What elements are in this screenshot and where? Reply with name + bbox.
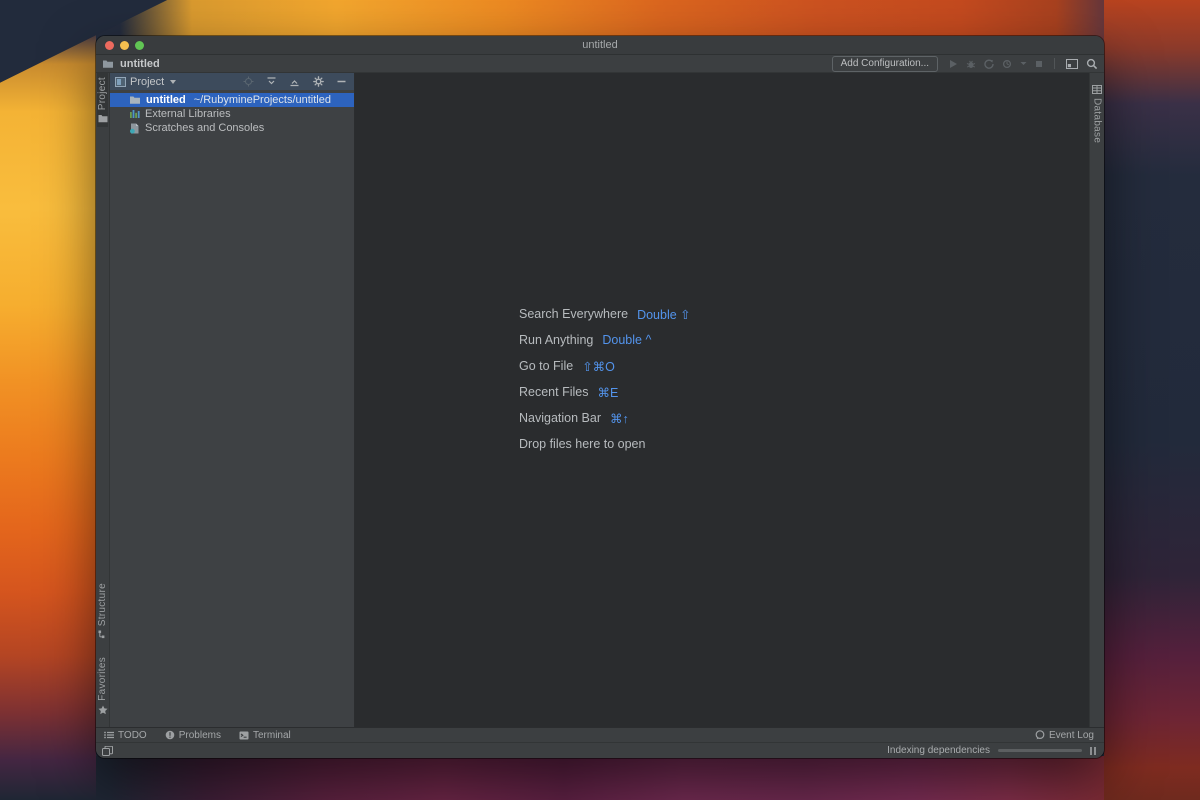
collapse-all-icon[interactable] [289,76,300,87]
right-tool-stripe: Database [1089,73,1104,727]
keyboard-shortcuts-hints: Search Everywhere Double ⇧ Run Anything … [519,301,691,457]
wallpaper-left [0,0,96,800]
hint-recent-files: Recent Files ⌘E [519,379,691,405]
hint-go-to-file: Go to File ⇧⌘O [519,353,691,379]
event-log-button[interactable]: Event Log [1035,730,1094,741]
tool-stripe-project-button[interactable]: Project [97,73,108,128]
coverage-icon[interactable] [984,58,994,69]
project-tree: untitled ~/RubymineProjects/untitled Ext… [110,90,354,135]
scratches-icon [129,123,140,134]
project-header-title[interactable]: Project [130,76,164,88]
bottom-tool-window-bar: TODO Problems Terminal Event Log [96,727,1104,742]
hint-label: Recent Files [519,385,589,399]
hint-label: Go to File [519,359,574,373]
structure-stripe-label: Structure [97,582,108,627]
pause-task-button[interactable] [1090,746,1096,755]
tree-row-project-root[interactable]: untitled ~/RubymineProjects/untitled [110,93,354,107]
event-log-bubble-icon [1035,730,1045,740]
tree-row-scratches[interactable]: Scratches and Consoles [110,121,354,135]
library-icon [129,109,140,119]
locate-file-icon[interactable] [243,76,254,87]
hint-label: Search Everywhere [519,307,629,321]
tree-item-name: External Libraries [145,108,231,120]
hint-keys: ⌘↑ [610,411,629,426]
todo-tab-label: TODO [118,729,147,741]
tree-row-external-libraries[interactable]: External Libraries [110,107,354,121]
window-title: untitled [582,39,618,51]
wallpaper-bottom [0,756,1200,800]
tree-item-name: untitled [146,94,186,106]
hint-search-everywhere: Search Everywhere Double ⇧ [519,301,691,327]
add-configuration-button[interactable]: Add Configuration... [831,55,938,72]
toolbar-divider [1054,58,1055,69]
breadcrumb[interactable]: untitled [120,58,160,70]
tree-item-name: Scratches and Consoles [145,122,265,134]
hide-panel-icon[interactable] [337,80,346,83]
folder-icon [129,95,141,105]
database-icon [1092,85,1102,94]
problems-icon [165,730,175,740]
stop-icon[interactable] [1035,60,1043,68]
search-icon[interactable] [1086,58,1098,70]
event-log-label: Event Log [1048,729,1094,741]
problems-tab-label: Problems [178,729,221,741]
terminal-icon [239,731,249,740]
traffic-lights [105,40,144,50]
hint-keys: Double ⇧ [637,307,691,322]
star-icon [98,705,108,715]
debug-icon[interactable] [966,59,976,69]
main-toolbar: untitled Add Configuration... [96,55,1104,73]
progress-bar [998,749,1082,752]
hint-keys: Double ^ [602,333,652,347]
hint-label: Run Anything [519,333,594,347]
problems-tab[interactable]: Problems [165,730,221,741]
settings-gear-icon[interactable] [313,76,324,87]
hint-keys: ⇧⌘O [582,359,615,374]
folder-icon [102,59,114,69]
tool-stripe-database-button[interactable]: Database [1092,81,1103,147]
minimize-button[interactable] [120,40,129,50]
tool-stripe-structure-button[interactable]: Structure [97,579,108,643]
close-button[interactable] [105,40,114,50]
chevron-down-icon[interactable] [1020,61,1027,66]
todo-list-icon [104,731,114,739]
expand-all-icon[interactable] [266,76,277,87]
todo-tab[interactable]: TODO [104,730,147,741]
ide-window: untitled untitled Add Configuration... P… [96,36,1104,758]
hint-label: Navigation Bar [519,411,601,425]
project-tab-icon [115,76,126,87]
titlebar: untitled [96,36,1104,55]
zoom-button[interactable] [135,40,144,50]
project-panel: Project untitled ~/RubymineProjects/unti… [110,73,355,727]
status-bar: Indexing dependencies [96,742,1104,758]
tool-stripe-favorites-button[interactable]: Favorites [97,653,108,719]
tree-item-path: ~/RubymineProjects/untitled [193,94,331,106]
hint-keys: ⌘E [597,385,619,400]
structure-icon [98,630,107,639]
tool-window-switcher-icon[interactable] [102,745,113,756]
profiler-icon[interactable] [1002,59,1012,69]
project-folder-icon [98,114,108,123]
database-stripe-label: Database [1091,98,1103,144]
hint-label: Drop files here to open [519,437,646,451]
left-tool-stripe: Project Structure Favorites [96,73,110,727]
run-icon[interactable] [948,59,958,69]
terminal-tab-label: Terminal [252,729,291,741]
hint-navigation-bar: Navigation Bar ⌘↑ [519,405,691,431]
project-stripe-label: Project [97,77,108,111]
wallpaper-right [1104,0,1200,800]
background-task-label: Indexing dependencies [887,745,990,756]
hint-run-anything: Run Anything Double ^ [519,327,691,353]
terminal-tab[interactable]: Terminal [239,730,291,741]
project-panel-header: Project [110,73,354,90]
editor-area: Search Everywhere Double ⇧ Run Anything … [355,73,1089,727]
favorites-stripe-label: Favorites [97,657,108,701]
tool-window-layout-icon[interactable] [1066,58,1078,69]
project-view-dropdown-icon[interactable] [170,79,177,84]
hint-drop-files: Drop files here to open [519,431,691,457]
main-area: Project Structure Favorites Project unti… [96,73,1104,727]
